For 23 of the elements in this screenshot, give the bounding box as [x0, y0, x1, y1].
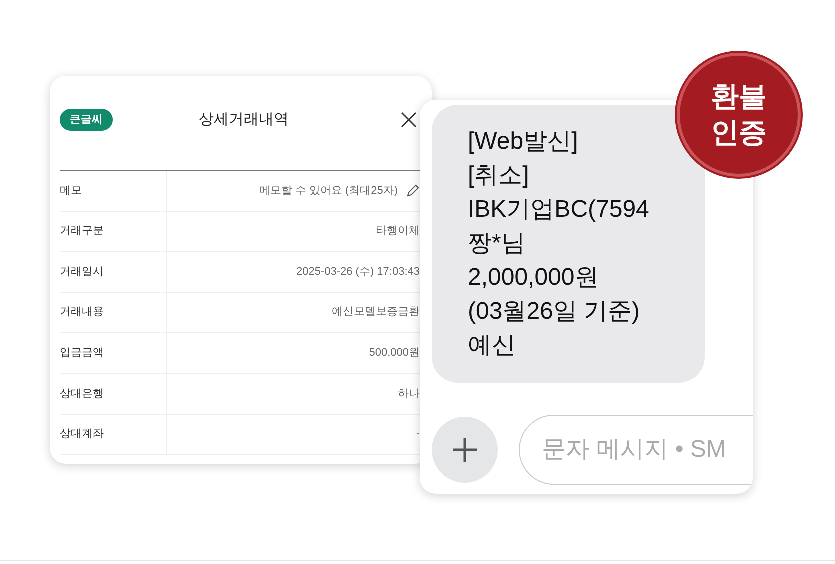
row-value: 2025-03-26 (수) 17:03:43	[296, 264, 420, 280]
row-label: 거래일시	[60, 252, 167, 292]
row-label: 메모	[60, 171, 167, 211]
row-label: 입금금액	[60, 333, 167, 373]
dialog-title: 상세거래내역	[199, 110, 289, 130]
row-label: 상대은행	[60, 374, 167, 414]
pencil-icon[interactable]	[406, 184, 420, 198]
stamp-text: 인증	[711, 116, 767, 150]
large-text-badge[interactable]: 큰글씨	[60, 108, 113, 132]
message-input[interactable]: 문자 메시지 • SM	[519, 415, 753, 485]
row-value: 예신모델보증금환	[332, 305, 420, 320]
row-value: 500,000원	[369, 346, 420, 361]
row-label: 거래구분	[60, 212, 167, 252]
stamp-text: 환불	[711, 80, 767, 114]
row-value: 하나	[398, 386, 420, 402]
row-value: 메모할 수 있어요 (최대25자)	[259, 184, 398, 199]
close-icon[interactable]	[400, 111, 418, 129]
plus-icon	[452, 437, 478, 463]
row-value: 타행이체	[376, 224, 420, 240]
row-label: 상대계좌	[60, 414, 167, 454]
message-text: [Web발신] [취소] IBK기업BC(7594 짱*님 2,000,000원 (03월26일 기준) 예신	[468, 127, 650, 361]
row-value: -	[416, 427, 420, 442]
row-label: 거래내용	[60, 292, 167, 332]
